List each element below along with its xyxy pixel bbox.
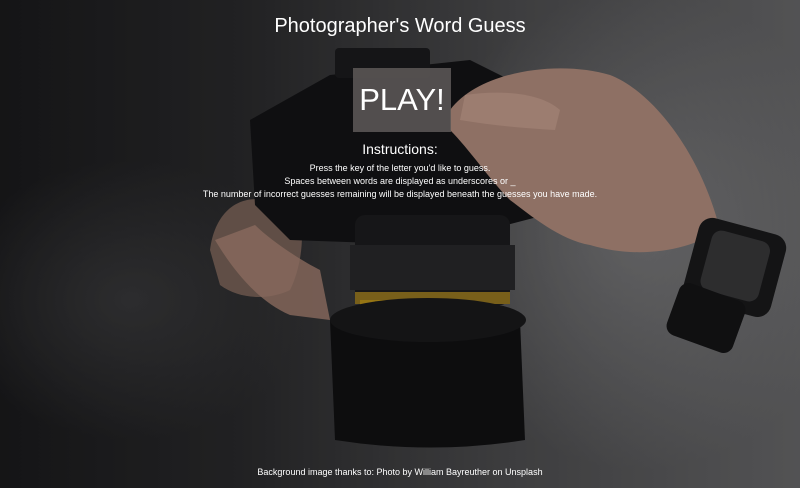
photo-credit: Background image thanks to: Photo by Wil…	[257, 467, 543, 477]
play-button[interactable]: PLAY!	[353, 68, 451, 132]
instruction-line-1: Press the key of the letter you'd like t…	[309, 163, 491, 173]
instructions-heading: Instructions:	[362, 141, 438, 157]
page-title: Photographer's Word Guess	[274, 15, 526, 37]
instruction-line-2: Spaces between words are displayed as un…	[284, 176, 516, 186]
instruction-line-3: The number of incorrect guesses remainin…	[202, 189, 598, 199]
